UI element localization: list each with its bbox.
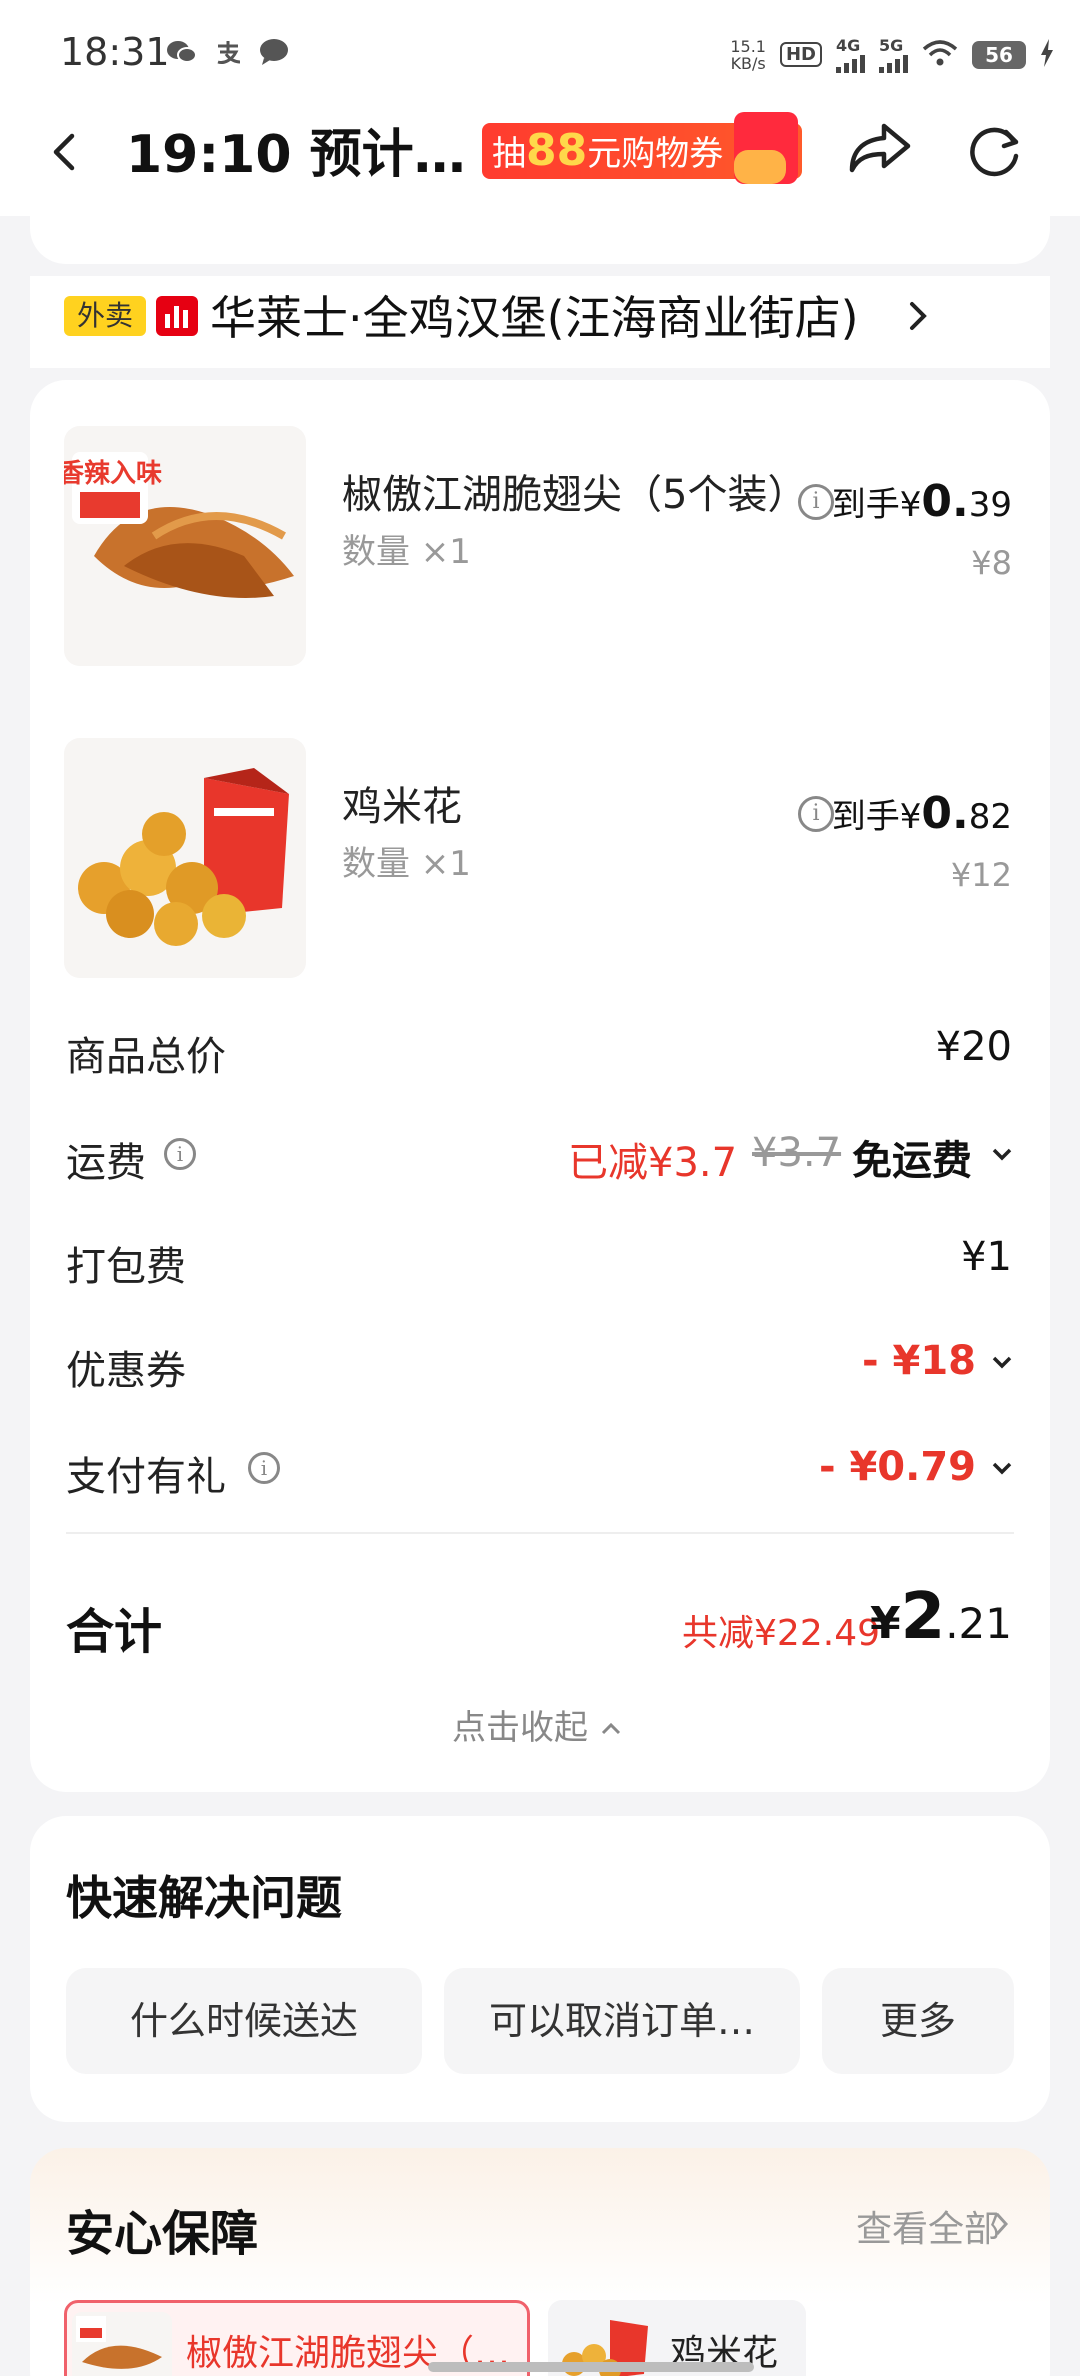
price-decimal: 82 (968, 797, 1012, 837)
sim2-label: 5G (879, 36, 904, 55)
delivery-discount: 已减¥3.7 (568, 1140, 738, 1186)
back-arrow-icon (53, 133, 75, 171)
signal-4g: 4G (836, 36, 865, 73)
quick-help-title: 快速解决问题 (66, 1871, 342, 1925)
previous-card-bottom (30, 216, 1050, 264)
coupon-label: 优惠券 (66, 1348, 186, 1394)
price-prefix: 到手¥ (831, 485, 922, 525)
refresh-button[interactable] (962, 118, 1028, 184)
collapse-button[interactable]: 点击收起 (452, 1700, 623, 1749)
help-chip-more[interactable]: 更多 (822, 1968, 1014, 2074)
goods-total-value: ¥20 (935, 1024, 1012, 1070)
payment-gift-label: 支付有礼 (66, 1454, 226, 1500)
goods-total-label: 商品总价 (66, 1034, 226, 1080)
notification-icons (166, 38, 290, 70)
info-icon[interactable]: i (798, 796, 834, 832)
item-name: 椒傲江湖脆翅尖（5个装） (342, 472, 808, 518)
info-icon[interactable]: i (248, 1452, 280, 1484)
alipay-icon (214, 38, 242, 70)
signal-5g: 5G (879, 36, 908, 73)
delivery-fee-label: 运费 (66, 1140, 146, 1186)
home-indicator[interactable] (428, 2362, 754, 2372)
item-quantity: 数量 ×1 (342, 844, 471, 884)
item-image-wings[interactable]: 香辣入味 (64, 426, 306, 666)
back-button[interactable] (44, 120, 84, 180)
chevron-right-icon[interactable] (904, 294, 934, 338)
info-icon[interactable]: i (798, 484, 834, 520)
chevron-down-icon[interactable] (990, 1142, 1014, 1166)
wechat-icon (166, 38, 198, 70)
total-decimal: .21 (945, 1599, 1012, 1648)
share-icon (849, 123, 911, 173)
assurance-title: 安心保障 (66, 2206, 259, 2262)
total-integer: 2 (900, 1580, 946, 1654)
packaging-fee-label: 打包费 (66, 1244, 186, 1290)
delivery-original-fee: ¥3.7 (752, 1130, 842, 1176)
help-chip-delivery-time[interactable]: 什么时候送达 (66, 1968, 422, 2074)
status-right: 15.1 KB/s HD 4G 5G 56 (730, 36, 1054, 73)
price-main: 0. (921, 476, 969, 527)
divider (66, 1532, 1014, 1534)
view-all-link[interactable]: 查看全部 (856, 2200, 1000, 2252)
wifi-icon (922, 39, 958, 71)
item-image-popcorn-chicken[interactable] (64, 738, 306, 978)
message-icon (258, 38, 290, 70)
total-currency: ¥ (870, 1598, 901, 1649)
battery-icon: 56 (972, 40, 1026, 69)
price-main: 0. (921, 788, 969, 839)
refresh-icon (970, 127, 1019, 177)
chevron-up-icon (601, 1722, 620, 1735)
total-saved: 共减¥22.49 (682, 1613, 880, 1654)
item-final-price: 到手¥0.39 (832, 476, 1012, 527)
net-speed-unit: KB/s (730, 53, 766, 73)
share-button[interactable] (846, 118, 916, 178)
item-quantity: 数量 ×1 (342, 532, 471, 572)
help-chip-cancel-order[interactable]: 可以取消订单… (444, 1968, 800, 2074)
item-final-price: 到手¥0.82 (832, 788, 1012, 839)
game-controller-icon (734, 150, 786, 184)
price-decimal: 39 (968, 485, 1012, 525)
store-name[interactable]: 华莱士·全鸡汉堡(汪海商业街店) (210, 282, 859, 348)
thumbnail-wings (72, 2312, 172, 2376)
item-name: 鸡米花 (342, 784, 462, 830)
signal-bars-icon (879, 55, 908, 73)
payment-gift-value[interactable]: - ¥0.79 (819, 1444, 976, 1490)
price-prefix: 到手¥ (831, 797, 922, 837)
chevron-right-icon[interactable] (992, 2208, 1012, 2240)
charging-icon (1040, 38, 1054, 71)
delivery-fee-value[interactable]: 免运费 (852, 1128, 972, 1186)
status-time: 18:31 (60, 30, 170, 74)
item-original-price: ¥8 (971, 544, 1012, 582)
sim1-label: 4G (836, 36, 861, 55)
signal-bars-icon (836, 55, 865, 73)
net-speed-value: 15.1 (730, 36, 766, 56)
item-image-badge: 香辣入味 (64, 458, 162, 489)
packaging-fee-value: ¥1 (961, 1234, 1012, 1280)
total-label: 合计 (66, 1604, 163, 1660)
coupon-value[interactable]: - ¥18 (862, 1338, 976, 1384)
chevron-down-icon[interactable] (990, 1456, 1014, 1480)
store-logo-icon (156, 296, 198, 336)
total-amount: ¥2.21 (870, 1580, 1012, 1654)
item-original-price: ¥12 (950, 856, 1012, 894)
page-title: 19:10 预计… (126, 125, 466, 185)
delivery-tag: 外卖 (64, 296, 146, 336)
collapse-label: 点击收起 (452, 1708, 588, 1748)
promo-number: 88 (526, 125, 588, 176)
net-speed: 15.1 KB/s (730, 38, 766, 72)
chevron-down-icon[interactable] (990, 1350, 1014, 1374)
promo-prefix: 抽 (492, 134, 526, 174)
hd-badge: HD (779, 42, 822, 67)
promo-suffix: 元购物券 (587, 134, 724, 174)
info-icon[interactable]: i (164, 1138, 196, 1170)
